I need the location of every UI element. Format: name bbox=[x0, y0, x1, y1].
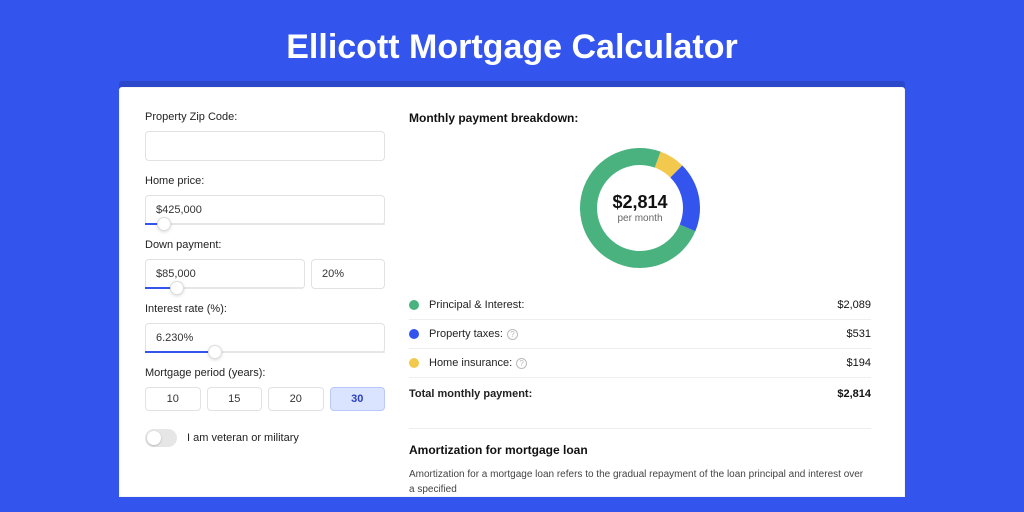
zip-label: Property Zip Code: bbox=[145, 111, 385, 123]
breakdown-item-value: $2,089 bbox=[837, 299, 871, 311]
amortization-section: Amortization for mortgage loan Amortizat… bbox=[409, 428, 871, 497]
period-button-20[interactable]: 20 bbox=[268, 387, 324, 411]
breakdown-total-row: Total monthly payment: $2,814 bbox=[409, 378, 871, 408]
down-payment-percent-input[interactable] bbox=[311, 259, 385, 289]
breakdown-title: Monthly payment breakdown: bbox=[409, 111, 871, 125]
down-payment-slider[interactable] bbox=[145, 287, 303, 289]
interest-slider[interactable] bbox=[145, 351, 385, 353]
breakdown-item-label: Principal & Interest: bbox=[429, 299, 837, 311]
period-button-15[interactable]: 15 bbox=[207, 387, 263, 411]
down-payment-slider-thumb[interactable] bbox=[170, 281, 184, 295]
breakdown-row: Principal & Interest:$2,089 bbox=[409, 291, 871, 320]
input-panel: Property Zip Code: Home price: Down paym… bbox=[145, 111, 385, 497]
zip-field: Property Zip Code: bbox=[145, 111, 385, 161]
interest-slider-thumb[interactable] bbox=[208, 345, 222, 359]
home-price-slider[interactable] bbox=[145, 223, 385, 225]
home-price-slider-thumb[interactable] bbox=[157, 217, 171, 231]
amortization-text: Amortization for a mortgage loan refers … bbox=[409, 467, 871, 497]
donut-center: $2,814 per month bbox=[597, 165, 683, 251]
breakdown-item-value: $194 bbox=[847, 357, 871, 369]
breakdown-item-label: Home insurance:? bbox=[429, 357, 847, 369]
period-field: Mortgage period (years): 10152030 bbox=[145, 367, 385, 411]
veteran-toggle[interactable] bbox=[145, 429, 177, 447]
breakdown-total-label: Total monthly payment: bbox=[409, 388, 837, 400]
home-price-label: Home price: bbox=[145, 175, 385, 187]
home-price-input[interactable] bbox=[145, 195, 385, 225]
period-row: 10152030 bbox=[145, 387, 385, 411]
amortization-title: Amortization for mortgage loan bbox=[409, 443, 871, 457]
info-icon[interactable]: ? bbox=[516, 358, 527, 369]
breakdown-item-label: Property taxes:? bbox=[429, 328, 847, 340]
down-payment-field: Down payment: bbox=[145, 239, 385, 289]
donut-per-month: per month bbox=[617, 213, 662, 224]
legend-dot bbox=[409, 358, 419, 368]
home-price-field: Home price: bbox=[145, 175, 385, 225]
legend-dot bbox=[409, 329, 419, 339]
info-icon[interactable]: ? bbox=[507, 329, 518, 340]
interest-slider-fill bbox=[145, 351, 215, 353]
down-payment-amount-input[interactable] bbox=[145, 259, 305, 289]
breakdown-item-value: $531 bbox=[847, 328, 871, 340]
period-button-10[interactable]: 10 bbox=[145, 387, 201, 411]
interest-field: Interest rate (%): bbox=[145, 303, 385, 353]
breakdown-row: Home insurance:?$194 bbox=[409, 349, 871, 378]
donut-amount: $2,814 bbox=[612, 192, 667, 213]
zip-input[interactable] bbox=[145, 131, 385, 161]
breakdown-total-value: $2,814 bbox=[837, 388, 871, 400]
period-button-30[interactable]: 30 bbox=[330, 387, 386, 411]
page-title: Ellicott Mortgage Calculator bbox=[0, 0, 1024, 87]
veteran-toggle-knob bbox=[147, 431, 161, 445]
veteran-label: I am veteran or military bbox=[187, 432, 299, 444]
interest-label: Interest rate (%): bbox=[145, 303, 385, 315]
donut-chart-container: $2,814 per month bbox=[409, 135, 871, 291]
interest-input[interactable] bbox=[145, 323, 385, 353]
period-label: Mortgage period (years): bbox=[145, 367, 385, 379]
legend-dot bbox=[409, 300, 419, 310]
results-panel: Monthly payment breakdown: $2,814 per mo… bbox=[409, 111, 871, 497]
veteran-row: I am veteran or military bbox=[145, 429, 385, 447]
breakdown-row: Property taxes:?$531 bbox=[409, 320, 871, 349]
donut-chart: $2,814 per month bbox=[575, 143, 705, 273]
breakdown-list: Principal & Interest:$2,089Property taxe… bbox=[409, 291, 871, 378]
calculator-card: Property Zip Code: Home price: Down paym… bbox=[119, 87, 905, 497]
down-payment-label: Down payment: bbox=[145, 239, 385, 251]
